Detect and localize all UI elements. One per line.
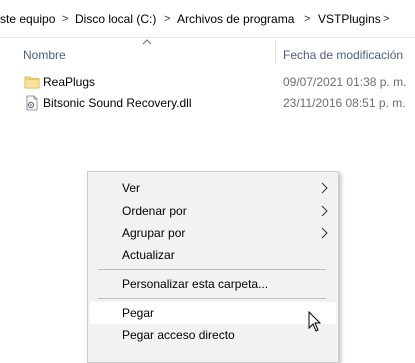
column-divider[interactable]	[275, 40, 276, 64]
chevron-right-icon[interactable]: >	[62, 11, 68, 27]
menu-item-label: Pegar	[122, 306, 155, 320]
menu-item-label: Ver	[122, 181, 141, 195]
file-date-modified: 23/11/2016 08:51 p. m.	[283, 96, 406, 110]
menu-item-label: Agrupar por	[122, 226, 186, 240]
menu-item-customize-folder[interactable]: Personalizar esta carpeta...	[90, 273, 336, 295]
menu-item-paste-shortcut[interactable]: Pegar acceso directo	[90, 324, 336, 346]
mouse-pointer-icon	[308, 311, 322, 332]
column-header-name[interactable]: Nombre	[23, 47, 66, 63]
chevron-right-icon	[321, 227, 328, 239]
menu-item-label: Pegar acceso directo	[122, 328, 235, 342]
address-bar[interactable]: ste equipo > Disco local (C:) > Archivos…	[0, 0, 415, 38]
breadcrumb-item-program-files[interactable]: Archivos de programa	[177, 11, 294, 27]
column-header-date-modified[interactable]: Fecha de modificación	[283, 47, 403, 63]
chevron-right-icon[interactable]: >	[164, 11, 170, 27]
chevron-right-icon[interactable]: >	[383, 11, 389, 27]
dll-file-icon	[26, 95, 38, 111]
chevron-right-icon[interactable]: >	[304, 11, 310, 27]
chevron-right-icon	[321, 205, 328, 217]
file-name: ReaPlugs	[43, 75, 96, 89]
menu-item-label: Personalizar esta carpeta...	[122, 277, 269, 291]
chevron-right-icon	[321, 182, 328, 194]
menu-item-refresh[interactable]: Actualizar	[90, 244, 336, 266]
folder-icon	[24, 76, 40, 89]
file-name: Bitsonic Sound Recovery.dll	[43, 96, 192, 110]
file-date-modified: 09/07/2021 01:38 p. m.	[283, 75, 407, 89]
menu-item-paste[interactable]: Pegar	[90, 302, 336, 324]
breadcrumb-item-local-disk[interactable]: Disco local (C:)	[75, 11, 156, 27]
context-menu: Ver Ordenar por Agrupar por Actualizar P…	[87, 171, 339, 363]
list-item[interactable]: ReaPlugs 09/07/2021 01:38 p. m.	[20, 72, 415, 92]
breadcrumb-item-vstplugins[interactable]: VSTPlugins	[318, 11, 381, 27]
menu-separator	[98, 269, 326, 270]
menu-item-label: Actualizar	[122, 248, 175, 262]
menu-item-label: Ordenar por	[122, 204, 187, 218]
sort-ascending-icon	[142, 39, 152, 45]
menu-item-group-by[interactable]: Agrupar por	[90, 222, 336, 244]
breadcrumb-item-this-pc[interactable]: ste equipo	[0, 11, 55, 27]
menu-item-view[interactable]: Ver	[90, 177, 336, 199]
list-item[interactable]: Bitsonic Sound Recovery.dll 23/11/2016 0…	[20, 93, 415, 113]
menu-item-sort-by[interactable]: Ordenar por	[90, 200, 336, 222]
menu-separator	[98, 298, 326, 299]
